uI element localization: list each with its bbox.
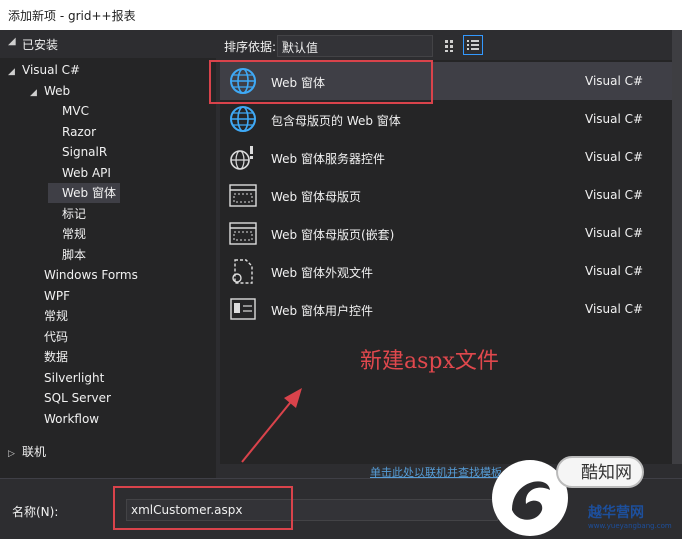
template-item-name: Web 窗体用户控件 [271,304,373,318]
tree-item[interactable]: Razor [48,122,96,142]
tree-item[interactable]: SQL Server [30,388,111,408]
sort-dropdown[interactable]: 默认值 ▾ [277,35,433,57]
tree-item-label: Razor [62,124,97,139]
watermark-brand: 越华营网 [588,505,644,521]
tree-item-label: 代码 [44,329,69,344]
sort-label: 排序依据: [224,40,277,54]
installed-label: 已安装 [22,38,59,52]
template-item-name: Web 窗体服务器控件 [271,152,385,166]
tree-item[interactable]: Windows Forms [30,265,138,285]
tree-item[interactable]: Web 窗体 [48,183,120,203]
expand-arrow-icon[interactable]: ▷ [8,444,22,464]
template-item-type: Visual C# [585,302,644,316]
template-item-type: Visual C# [585,112,644,126]
master-page-icon [228,180,258,210]
template-item-type: Visual C# [585,226,644,240]
skin-file-icon [228,256,258,286]
highlight-box-name [113,486,293,530]
tree-item-label: MVC [62,104,89,118]
grid-view-button[interactable] [440,35,460,55]
tree-item-label: WPF [44,288,71,303]
window-title: 添加新项 - grid++报表 [8,9,136,23]
tree-item-label: 常规 [44,309,69,323]
tree-item[interactable]: SignalR [48,142,107,162]
tree-item[interactable]: 标记 [48,204,86,224]
tree-item-label: 联机 [22,445,47,459]
tree-item[interactable]: 脚本 [48,245,86,265]
highlight-box-item [209,60,433,104]
list-view-button[interactable] [463,35,483,55]
dropdown-arrow-icon: ▾ [282,38,288,49]
template-item[interactable]: Web 窗体服务器控件 Visual C# [220,138,672,176]
tree-item[interactable]: 常规 [48,224,86,244]
tree-item-label: SignalR [62,145,108,159]
tree-item-label: SQL Server [44,391,111,405]
vertical-scrollbar[interactable] [672,30,682,464]
template-item-name: Web 窗体母版页 [271,190,361,204]
tree-item-label: Visual C# [22,63,81,77]
tree-item[interactable]: WPF [30,286,70,306]
tree-item-label: Workflow [44,411,100,426]
tree-item-label: 常规 [62,227,87,241]
template-item-name: Web 窗体外观文件 [271,266,373,280]
tree-item[interactable]: 常规 [30,306,68,326]
tree-item-online[interactable]: ▷ 联机 [8,442,46,462]
annotation-text: 新建aspx文件 [360,349,499,374]
template-item[interactable]: Web 窗体母版页(嵌套) Visual C# [220,214,672,252]
tree-item-label: Web 窗体 [62,186,116,200]
list-toolbar: 排序依据: 默认值 ▾ [220,30,682,60]
template-item[interactable]: 包含母版页的 Web 窗体 Visual C# [220,100,672,138]
template-item-type: Visual C# [585,74,644,88]
template-item-type: Visual C# [585,264,644,278]
template-item-type: Visual C# [585,150,644,164]
list-view-icon [467,40,479,50]
expand-arrow-icon[interactable]: ◢ [30,83,44,103]
globe-control-icon [228,142,258,172]
template-item-name: 包含母版页的 Web 窗体 [271,114,401,128]
tree-item[interactable]: Web API [48,163,111,183]
tree-item[interactable]: MVC [48,101,89,121]
user-control-icon [228,294,258,324]
tree-item[interactable]: ◢ Web [30,81,70,101]
template-item[interactable]: Web 窗体用户控件 Visual C# [220,290,672,328]
tree-item-label: Silverlight [44,370,105,385]
tree-item-label: 数据 [44,350,69,364]
expand-arrow-icon[interactable]: ◢ [8,62,22,82]
template-item-type: Visual C# [585,188,644,202]
tree-item-label: Windows Forms [44,268,138,282]
tree-item[interactable]: 数据 [30,347,68,367]
watermark-url: www.yueyangbang.com [588,522,672,530]
tree-item[interactable]: 代码 [30,327,68,347]
tree-item[interactable]: ◢ Visual C# [8,60,80,80]
title-bar: 添加新项 - grid++报表 [0,0,682,30]
tree-item-label: Web API [62,165,111,180]
template-tree-pane: ◢ 已安装 ◢ Visual C# ◢ Web MVC Razor SignalR Web A… [0,30,216,478]
annotation-arrow [241,388,302,463]
tree-item-label: Web [44,83,71,98]
name-label: 名称(N): [12,505,59,519]
master-page-icon [228,218,258,248]
watermark-bubble: 酷知网 [556,456,644,488]
watermark: 酷知网 越华营网 www.yueyangbang.com [492,456,682,538]
tree-item[interactable]: Silverlight [30,368,104,388]
tree-item-label: 标记 [62,206,87,221]
globe-icon [228,104,258,134]
installed-header[interactable]: ◢ 已安装 [0,30,216,58]
tree-item[interactable]: Workflow [30,409,99,429]
tree-item-label: 脚本 [62,247,87,262]
grid-view-icon [445,40,453,52]
template-item[interactable]: Web 窗体母版页 Visual C# [220,176,672,214]
template-item-name: Web 窗体母版页(嵌套) [271,228,395,242]
template-item[interactable]: Web 窗体外观文件 Visual C# [220,252,672,290]
collapse-arrow-icon[interactable]: ◢ [8,36,16,47]
